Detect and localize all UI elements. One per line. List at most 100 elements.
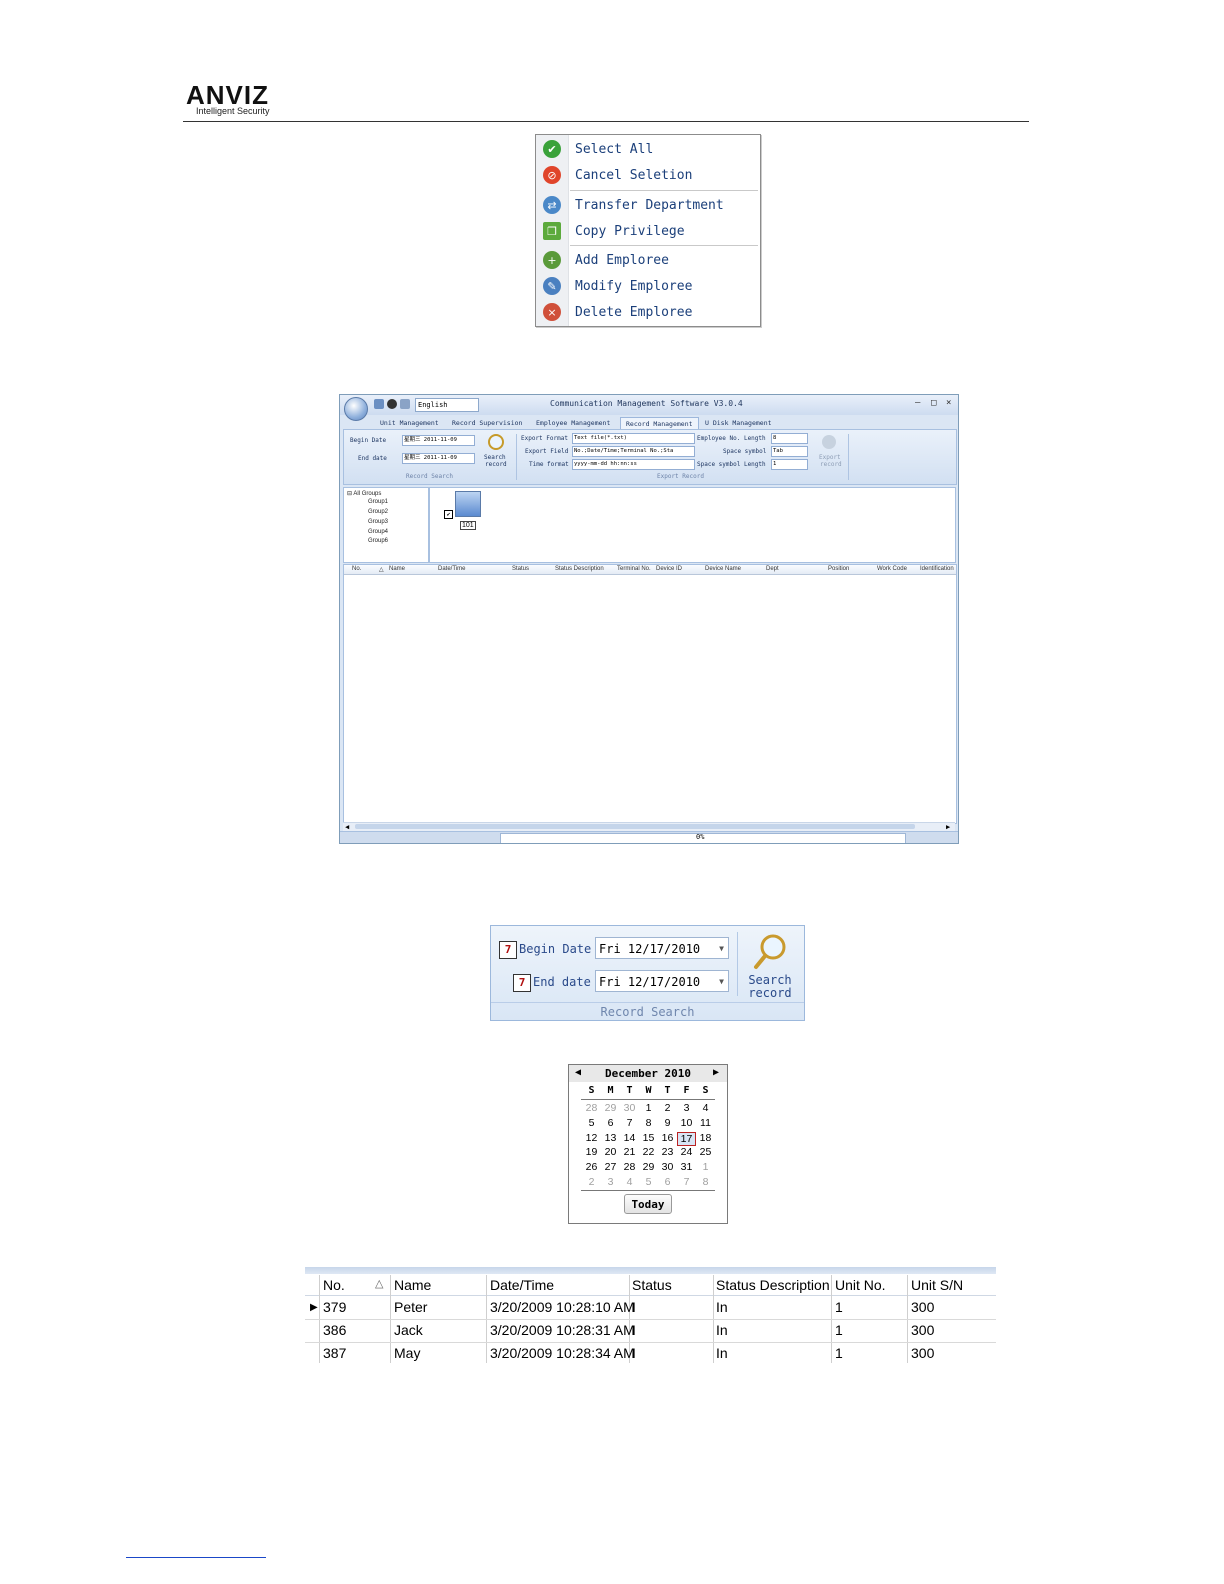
column-header[interactable]: Status Description [716, 1277, 830, 1293]
search-icon[interactable] [753, 932, 789, 970]
tree-item-all-groups[interactable]: ⊟ All Groups [347, 490, 381, 497]
calendar-day[interactable]: 30 [620, 1102, 639, 1114]
calendar-day[interactable]: 1 [639, 1102, 658, 1114]
export-record-label-1[interactable]: Export [819, 454, 841, 461]
space-length-input[interactable]: 1 [771, 459, 808, 470]
calendar-day[interactable]: 4 [620, 1176, 639, 1188]
column-header[interactable]: Name [389, 566, 405, 572]
device-checkbox[interactable]: ✔ [444, 510, 453, 519]
export-record-label-2[interactable]: record [820, 461, 842, 468]
search-record-label-2[interactable]: record [485, 461, 507, 468]
end-date-picker[interactable]: Fri 12/17/2010 ▼ [595, 970, 729, 992]
calendar-day[interactable]: 29 [639, 1161, 658, 1173]
calendar-day[interactable]: 2 [582, 1176, 601, 1188]
menu-item-select-all[interactable]: ✔ Select All [536, 136, 760, 162]
menu-item-copy-privilege[interactable]: ❐ Copy Privilege [536, 218, 760, 244]
calendar-day[interactable]: 29 [601, 1102, 620, 1114]
scroll-right-icon[interactable]: ▶ [946, 823, 950, 831]
device-icon[interactable] [455, 491, 481, 517]
table-row[interactable]: 386 Jack 3/20/2009 10:28:31 AM I In 1 30… [305, 1319, 996, 1343]
tab-record-supervision[interactable]: Record Supervision [452, 417, 522, 429]
menu-item-cancel-selection[interactable]: ⊘ Cancel Seletion [536, 162, 760, 188]
export-icon[interactable] [822, 435, 836, 449]
calendar-day[interactable]: 28 [620, 1161, 639, 1173]
device-icon[interactable] [400, 399, 410, 409]
column-header[interactable]: Work Code [877, 566, 907, 572]
menu-item-add-employee[interactable]: + Add Emploree [536, 247, 760, 273]
calendar-day[interactable]: 12 [582, 1132, 601, 1144]
calendar-day[interactable]: 9 [658, 1117, 677, 1129]
column-header[interactable]: Date/Time [490, 1277, 554, 1293]
table-row[interactable]: ▶ 379 Peter 3/20/2009 10:28:10 AM I In 1… [305, 1296, 996, 1320]
search-record-button[interactable]: Search record [747, 974, 793, 1000]
calendar-day[interactable]: 6 [658, 1176, 677, 1188]
menu-item-transfer-department[interactable]: ⇄ Transfer Department [536, 192, 760, 218]
calendar-day[interactable]: 25 [696, 1146, 715, 1158]
maximize-icon[interactable]: □ [931, 398, 936, 408]
column-header[interactable]: Device Name [705, 566, 741, 572]
column-header[interactable]: Status Description [555, 566, 604, 572]
scroll-left-icon[interactable]: ◀ [345, 823, 349, 831]
begin-date-picker[interactable]: 星期三 2011-11-09 [402, 435, 475, 446]
calendar-day[interactable]: 14 [620, 1132, 639, 1144]
calendar-day[interactable]: 7 [620, 1117, 639, 1129]
calendar-day[interactable]: 11 [696, 1117, 715, 1129]
calendar-day[interactable]: 5 [639, 1176, 658, 1188]
calendar-day[interactable]: 21 [620, 1146, 639, 1158]
employee-length-input[interactable]: 8 [771, 433, 808, 444]
search-icon[interactable] [488, 434, 504, 450]
calendar-day[interactable]: 10 [677, 1117, 696, 1129]
calendar-day[interactable]: 5 [582, 1117, 601, 1129]
record-icon[interactable] [387, 399, 397, 409]
column-header[interactable]: Status [632, 1277, 672, 1293]
calendar-day[interactable]: 27 [601, 1161, 620, 1173]
calendar-day[interactable]: 8 [639, 1117, 658, 1129]
tree-item-group[interactable]: Group2 [368, 509, 388, 515]
tree-item-group[interactable]: Group4 [368, 529, 388, 535]
today-button[interactable]: Today [624, 1194, 672, 1214]
begin-date-picker[interactable]: Fri 12/17/2010 ▼ [595, 937, 729, 959]
column-header[interactable]: Dept [766, 566, 779, 572]
column-header[interactable]: Unit S/N [911, 1277, 963, 1293]
calendar-day[interactable]: 2 [658, 1102, 677, 1114]
calendar-day[interactable]: 24 [677, 1146, 696, 1158]
column-header[interactable]: Position [828, 566, 849, 572]
tree-item-group[interactable]: Group6 [368, 538, 388, 544]
calendar-day[interactable]: 31 [677, 1161, 696, 1173]
calendar-day[interactable]: 23 [658, 1146, 677, 1158]
horizontal-scrollbar[interactable]: ◀ ▶ [343, 822, 955, 831]
minimize-icon[interactable]: – [915, 398, 920, 408]
column-header[interactable]: Device ID [656, 566, 682, 572]
calendar-day[interactable]: 30 [658, 1161, 677, 1173]
menu-item-delete-employee[interactable]: × Delete Emploree [536, 299, 760, 325]
tab-unit-management[interactable]: Unit Management [380, 417, 439, 429]
calendar-day[interactable]: 15 [639, 1132, 658, 1144]
calendar-day[interactable]: 6 [601, 1117, 620, 1129]
scrollbar-thumb[interactable] [355, 824, 915, 829]
time-format-select[interactable]: yyyy-mm-dd hh:nn:ss [572, 459, 695, 470]
export-format-select[interactable]: Text file(*.txt) [572, 433, 695, 444]
calendar-day[interactable]: 17 [677, 1131, 696, 1146]
calendar-day[interactable]: 20 [601, 1146, 620, 1158]
tab-u-disk-management[interactable]: U Disk Management [705, 417, 772, 429]
calendar-day[interactable]: 16 [658, 1132, 677, 1144]
calendar-day[interactable]: 22 [639, 1146, 658, 1158]
calendar-day[interactable]: 18 [696, 1132, 715, 1144]
search-record-label-1[interactable]: Search [484, 454, 506, 461]
tree-item-group[interactable]: Group3 [368, 519, 388, 525]
save-icon[interactable] [374, 399, 384, 409]
calendar-day[interactable]: 26 [582, 1161, 601, 1173]
calendar-day[interactable]: 3 [677, 1102, 696, 1114]
column-header[interactable]: Identification [920, 566, 954, 572]
calendar-day[interactable]: 1 [696, 1161, 715, 1173]
tree-item-group[interactable]: Group1 [368, 499, 388, 505]
calendar-day[interactable]: 8 [696, 1176, 715, 1188]
table-row[interactable]: 387 May 3/20/2009 10:28:34 AM I In 1 300 [305, 1342, 996, 1363]
column-header[interactable]: Name [394, 1277, 431, 1293]
column-header[interactable]: No. [352, 566, 361, 572]
calendar-day[interactable]: 13 [601, 1132, 620, 1144]
calendar-day[interactable]: 28 [582, 1102, 601, 1114]
language-select[interactable]: English [415, 398, 479, 412]
close-icon[interactable]: × [946, 398, 951, 408]
column-header[interactable]: Terminal No. [617, 566, 651, 572]
